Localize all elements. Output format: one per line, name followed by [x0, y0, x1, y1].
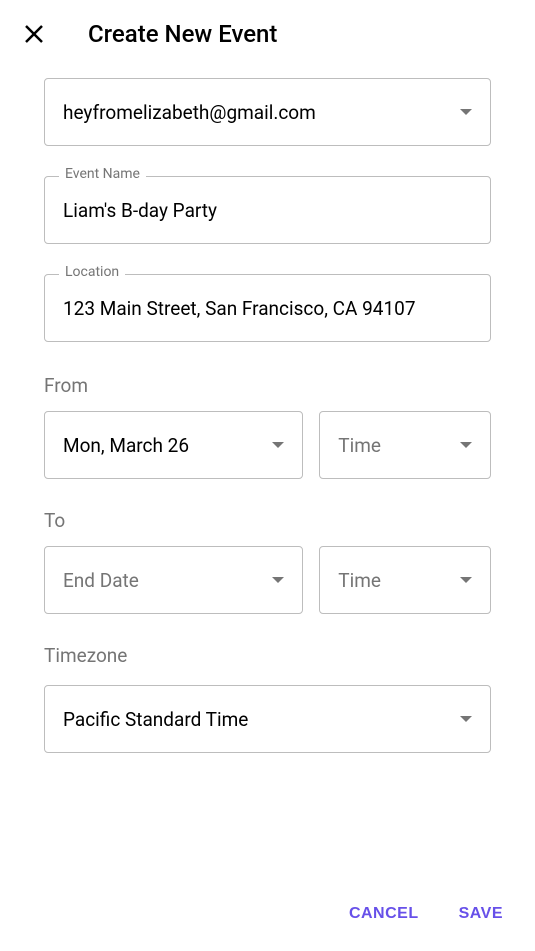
- location-label: Location: [59, 265, 125, 279]
- chevron-down-icon: [460, 109, 472, 115]
- chevron-down-icon: [460, 577, 472, 583]
- chevron-down-icon: [460, 442, 472, 448]
- to-label: To: [44, 509, 491, 532]
- timezone-value: Pacific Standard Time: [63, 708, 248, 731]
- event-name-label: Event Name: [59, 167, 146, 181]
- from-time-placeholder: Time: [338, 434, 381, 457]
- x-icon: [23, 23, 45, 45]
- form-content: heyfromelizabeth@gmail.com Event Name Li…: [0, 58, 535, 885]
- timezone-label: Timezone: [44, 644, 491, 667]
- to-row: End Date Time: [44, 546, 491, 614]
- location-field[interactable]: Location 123 Main Street, San Francisco,…: [44, 274, 491, 342]
- to-time-placeholder: Time: [338, 569, 381, 592]
- from-row: Mon, March 26 Time: [44, 411, 491, 479]
- from-time-dropdown[interactable]: Time: [319, 411, 491, 479]
- timezone-dropdown[interactable]: Pacific Standard Time: [44, 685, 491, 753]
- to-date-placeholder: End Date: [63, 569, 139, 592]
- from-date-value: Mon, March 26: [63, 434, 189, 457]
- from-date-dropdown[interactable]: Mon, March 26: [44, 411, 303, 479]
- save-button[interactable]: SAVE: [459, 905, 503, 923]
- to-time-dropdown[interactable]: Time: [319, 546, 491, 614]
- event-name-value: Liam's B-day Party: [63, 199, 217, 222]
- page-title: Create New Event: [88, 20, 277, 48]
- location-value: 123 Main Street, San Francisco, CA 94107: [63, 297, 416, 320]
- email-value: heyfromelizabeth@gmail.com: [63, 101, 316, 124]
- email-dropdown[interactable]: heyfromelizabeth@gmail.com: [44, 78, 491, 146]
- chevron-down-icon: [272, 577, 284, 583]
- cancel-button[interactable]: CANCEL: [349, 905, 419, 923]
- dialog-footer: CANCEL SAVE: [0, 885, 535, 951]
- chevron-down-icon: [460, 716, 472, 722]
- from-label: From: [44, 374, 491, 397]
- event-name-field[interactable]: Event Name Liam's B-day Party: [44, 176, 491, 244]
- dialog-header: Create New Event: [0, 0, 535, 58]
- to-date-dropdown[interactable]: End Date: [44, 546, 303, 614]
- close-icon[interactable]: [20, 20, 48, 48]
- chevron-down-icon: [272, 442, 284, 448]
